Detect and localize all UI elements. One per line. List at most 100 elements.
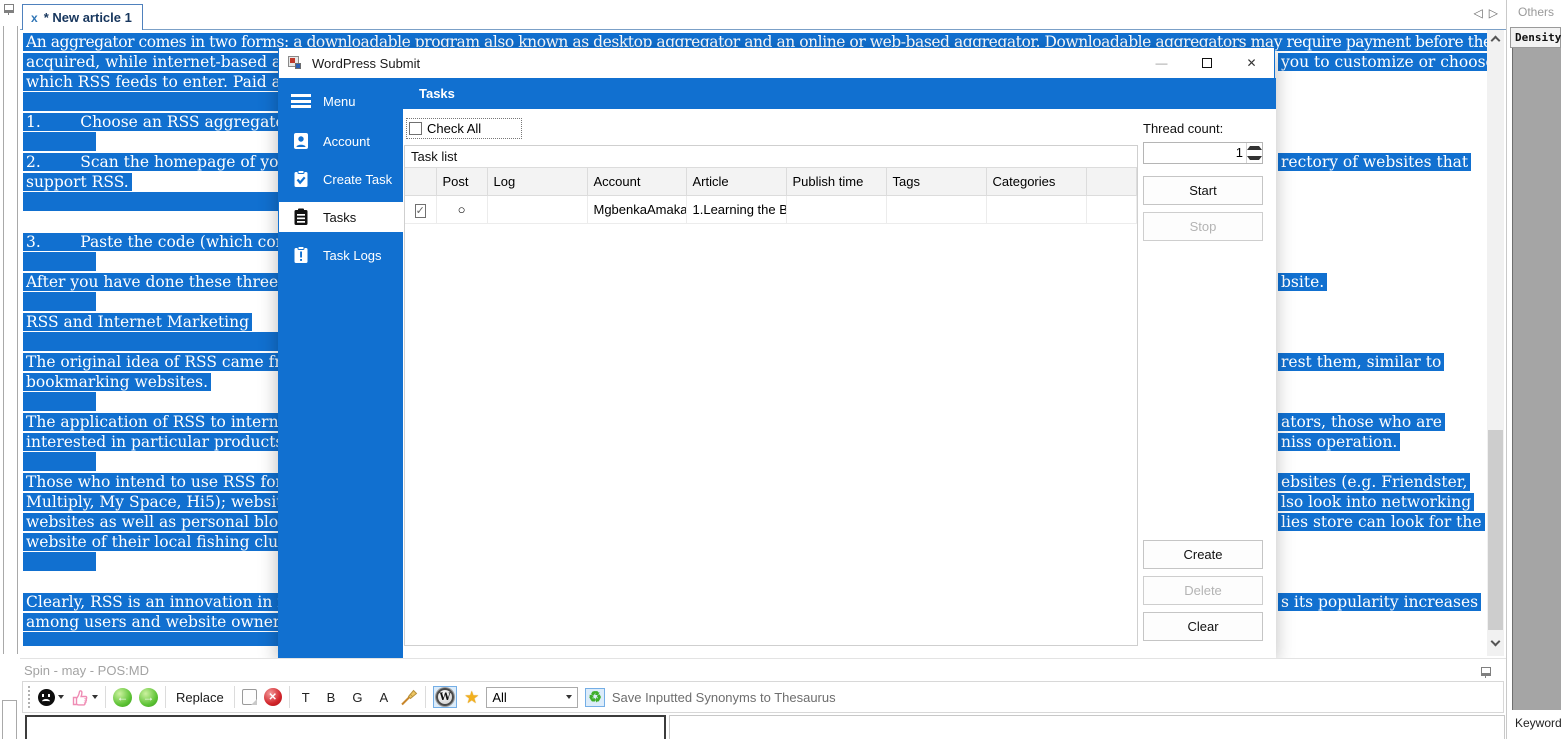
others-panel: Others Density Keyword [1508, 0, 1561, 739]
letter-a-button[interactable]: A [374, 690, 393, 705]
spin-status-text: Spin - may - POS:MD [24, 663, 149, 678]
note-icon[interactable] [242, 689, 257, 705]
left-dock-rail [0, 0, 20, 739]
selection-bar [23, 552, 96, 571]
collapsed-panel-edge-bottom [2, 700, 17, 739]
spinner-up-icon[interactable] [1247, 143, 1262, 153]
checkbox-icon[interactable] [409, 122, 422, 135]
spin-panel: Spin - may - POS:MD ← → Replace ✕ T B G … [20, 658, 1506, 739]
table-row[interactable]: ✓ ○ MgbenkaAmaka 1.Learning the Ba... [405, 196, 1137, 224]
close-button[interactable]: ✕ [1229, 48, 1274, 78]
column-log[interactable]: Log [487, 168, 587, 196]
column-filler [1086, 168, 1137, 196]
tab-new-article-1[interactable]: x * New article 1 [22, 4, 143, 30]
minimize-button[interactable]: — [1139, 48, 1184, 78]
wordai-toggle[interactable]: W [433, 686, 457, 708]
replace-button[interactable]: Replace [173, 690, 227, 705]
letter-g-button[interactable]: G [347, 690, 367, 705]
letter-t-button[interactable]: T [297, 690, 315, 705]
bad-words-button[interactable] [38, 689, 64, 706]
letter-b-button[interactable]: B [322, 690, 341, 705]
spin-text-input[interactable] [25, 715, 666, 739]
panel-splitter[interactable] [1506, 0, 1507, 739]
forward-button[interactable]: → [139, 688, 158, 707]
dialog-title: WordPress Submit [312, 56, 420, 71]
editor-line: The original idea of RSS came fromrest t… [23, 352, 309, 372]
editor-line: 3. Paste the code (which contai [23, 232, 309, 252]
delete-button: Delete [1143, 576, 1263, 605]
cell-log [487, 196, 587, 224]
back-button[interactable]: ← [113, 688, 132, 707]
column-post[interactable]: Post [436, 168, 487, 196]
sidebar-item-account[interactable]: Account [279, 126, 403, 156]
editor-line: website of their local fishing club fo [23, 532, 311, 552]
create-button[interactable]: Create [1143, 540, 1263, 569]
column-publish-time[interactable]: Publish time [786, 168, 886, 196]
row-checkbox[interactable]: ✓ [415, 204, 426, 218]
density-column-header[interactable]: Density [1510, 27, 1561, 48]
sidebar-item-create-task[interactable]: Create Task [279, 164, 403, 194]
density-column-body [1512, 48, 1561, 710]
post-status: ○ [436, 196, 487, 224]
editor-line: interested in particular products anniss… [23, 432, 311, 452]
broom-icon[interactable] [400, 688, 418, 706]
column-categories[interactable]: Categories [986, 168, 1086, 196]
pin-icon[interactable] [1479, 665, 1492, 678]
sidebar-item-menu[interactable]: Menu [279, 86, 403, 116]
column-select[interactable] [405, 168, 436, 196]
dialog-titlebar[interactable]: WordPress Submit — ✕ [279, 48, 1274, 78]
cell-tags [886, 196, 986, 224]
selection-bar [23, 192, 279, 211]
document-tab-bar: x * New article 1 ◁ ▷ [20, 0, 1506, 30]
cell-categories [986, 196, 1086, 224]
delete-icon[interactable]: ✕ [264, 688, 282, 706]
spin-toolbar: ← → Replace ✕ T B G A W ★ All ♻ Save Inp… [22, 681, 1504, 713]
tab-others[interactable]: Others [1518, 5, 1554, 19]
selection-bar [23, 132, 96, 151]
check-all-checkbox[interactable]: Check All [406, 118, 522, 139]
sidebar-item-task-logs[interactable]: Task Logs [279, 240, 403, 270]
editor-line: Multiply, My Space, Hi5); websites olso … [23, 492, 317, 512]
selection-bar [23, 332, 279, 351]
sad-face-icon [38, 689, 55, 706]
scroll-down-icon[interactable] [1491, 637, 1501, 647]
tab-scroll-left-icon[interactable]: ◁ [1474, 6, 1483, 20]
pin-icon[interactable] [2, 2, 15, 15]
toolbar-grip[interactable] [28, 686, 31, 708]
start-button[interactable]: Start [1143, 176, 1263, 205]
editor-vertical-scrollbar[interactable] [1487, 30, 1504, 656]
thread-count-value[interactable]: 1 [1144, 143, 1246, 163]
task-list-label: Task list [411, 149, 457, 164]
column-tags[interactable]: Tags [886, 168, 986, 196]
scroll-up-icon[interactable] [1491, 36, 1501, 46]
sidebar-item-tasks[interactable]: Tasks [279, 202, 403, 232]
column-account[interactable]: Account [587, 168, 686, 196]
keyword-label: Keyword [1515, 716, 1561, 730]
editor-line: acquired, while internet-based aggryou t… [23, 52, 311, 72]
star-icon[interactable]: ★ [464, 689, 479, 706]
task-logs-icon [291, 245, 311, 265]
spinner-down-icon[interactable] [1247, 153, 1262, 163]
page-title: Tasks [403, 78, 1276, 109]
save-synonyms-label: Save Inputted Synonyms to Thesaurus [612, 690, 836, 705]
tab-scroll-right-icon[interactable]: ▷ [1489, 6, 1498, 20]
selection-bar [23, 252, 96, 271]
editor-line: among users and website owners al [23, 612, 310, 632]
good-words-button[interactable] [71, 688, 98, 707]
task-table: Post Log Account Article Publish time Ta… [405, 167, 1137, 224]
scrollbar-thumb[interactable] [1488, 430, 1503, 630]
maximize-button[interactable] [1184, 48, 1229, 78]
synonyms-text-area[interactable] [669, 715, 1505, 739]
recycle-icon: ♻ [588, 690, 601, 705]
selection-bar [23, 92, 279, 111]
synonym-filter-select[interactable]: All [486, 687, 578, 708]
editor-line: The application of RSS to internet mator… [23, 412, 317, 432]
editor-line: RSS and Internet Marketing [23, 312, 252, 332]
column-article[interactable]: Article [686, 168, 786, 196]
tab-close-icon[interactable]: x [31, 11, 38, 25]
clear-button[interactable]: Clear [1143, 612, 1263, 641]
thread-count-stepper[interactable]: 1 [1143, 142, 1263, 164]
chevron-down-icon [58, 695, 64, 699]
save-synonyms-toggle[interactable]: ♻ [585, 688, 604, 707]
editor-line: Clearly, RSS is an innovation in infos i… [23, 592, 310, 612]
